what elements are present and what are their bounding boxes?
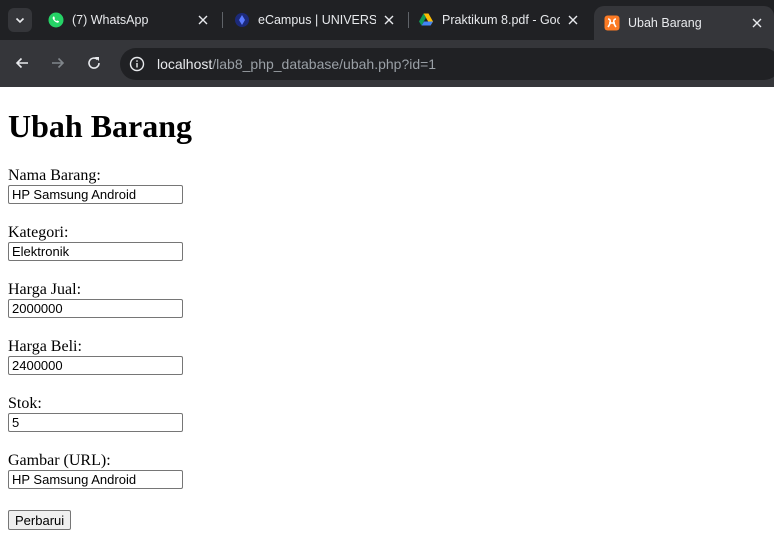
kategori-input[interactable] (8, 242, 183, 261)
site-info-icon[interactable] (128, 55, 146, 73)
url-host: localhost (157, 56, 213, 72)
close-icon[interactable] (195, 12, 211, 28)
field-label-nama-barang: Nama Barang: (8, 167, 101, 184)
ecampus-icon (235, 13, 249, 27)
tab-search-button[interactable] (8, 8, 32, 32)
tab-whatsapp[interactable]: (7) WhatsApp (48, 0, 218, 40)
arrow-right-icon (52, 57, 65, 69)
tab-ubah-barang[interactable]: Ubah Barang (594, 6, 774, 40)
tab-separator (408, 12, 409, 28)
tab-strip: (7) WhatsApp eCampus | UNIVERSIT Praktik… (0, 0, 774, 40)
nama-barang-input[interactable] (8, 185, 183, 204)
chevron-down-icon (15, 17, 25, 24)
back-button[interactable] (10, 51, 34, 75)
tab-ecampus[interactable]: eCampus | UNIVERSIT (234, 0, 404, 40)
url-path: /lab8_php_database/ubah.php?id=1 (212, 56, 437, 72)
gambar-url-input[interactable] (8, 470, 183, 489)
perbarui-button[interactable]: Perbarui (8, 510, 72, 530)
tab-praktikum-pdf[interactable]: Praktikum 8.pdf - Goo (418, 0, 588, 40)
tab-title: Ubah Barang (628, 16, 702, 30)
tab-separator (222, 12, 223, 28)
google-drive-icon (419, 13, 433, 26)
xampp-icon (604, 15, 620, 31)
stok-input[interactable] (8, 413, 183, 432)
reload-icon (88, 57, 100, 69)
field-label-harga-beli: Harga Beli: (8, 338, 82, 355)
url-text[interactable]: localhost/lab8_php_database/ubah.php?id=… (157, 54, 436, 74)
field-label-gambar-url: Gambar (URL): (8, 452, 111, 469)
field-label-harga-jual: Harga Jual: (8, 281, 82, 298)
whatsapp-icon (48, 12, 64, 28)
arrow-left-icon (15, 57, 28, 69)
close-icon[interactable] (381, 12, 397, 28)
page-title: Ubah Barang (8, 108, 193, 144)
harga-beli-input[interactable] (8, 356, 183, 375)
close-icon[interactable] (749, 15, 765, 31)
field-label-stok: Stok: (8, 395, 42, 412)
tab-title: eCampus | UNIVERSIT (258, 13, 376, 27)
harga-jual-input[interactable] (8, 299, 183, 318)
close-icon[interactable] (565, 12, 581, 28)
reload-button[interactable] (82, 51, 106, 75)
tab-title: Praktikum 8.pdf - Goo (442, 13, 560, 27)
forward-button[interactable] (46, 51, 70, 75)
field-label-kategori: Kategori: (8, 224, 69, 241)
tab-title: (7) WhatsApp (72, 13, 149, 27)
